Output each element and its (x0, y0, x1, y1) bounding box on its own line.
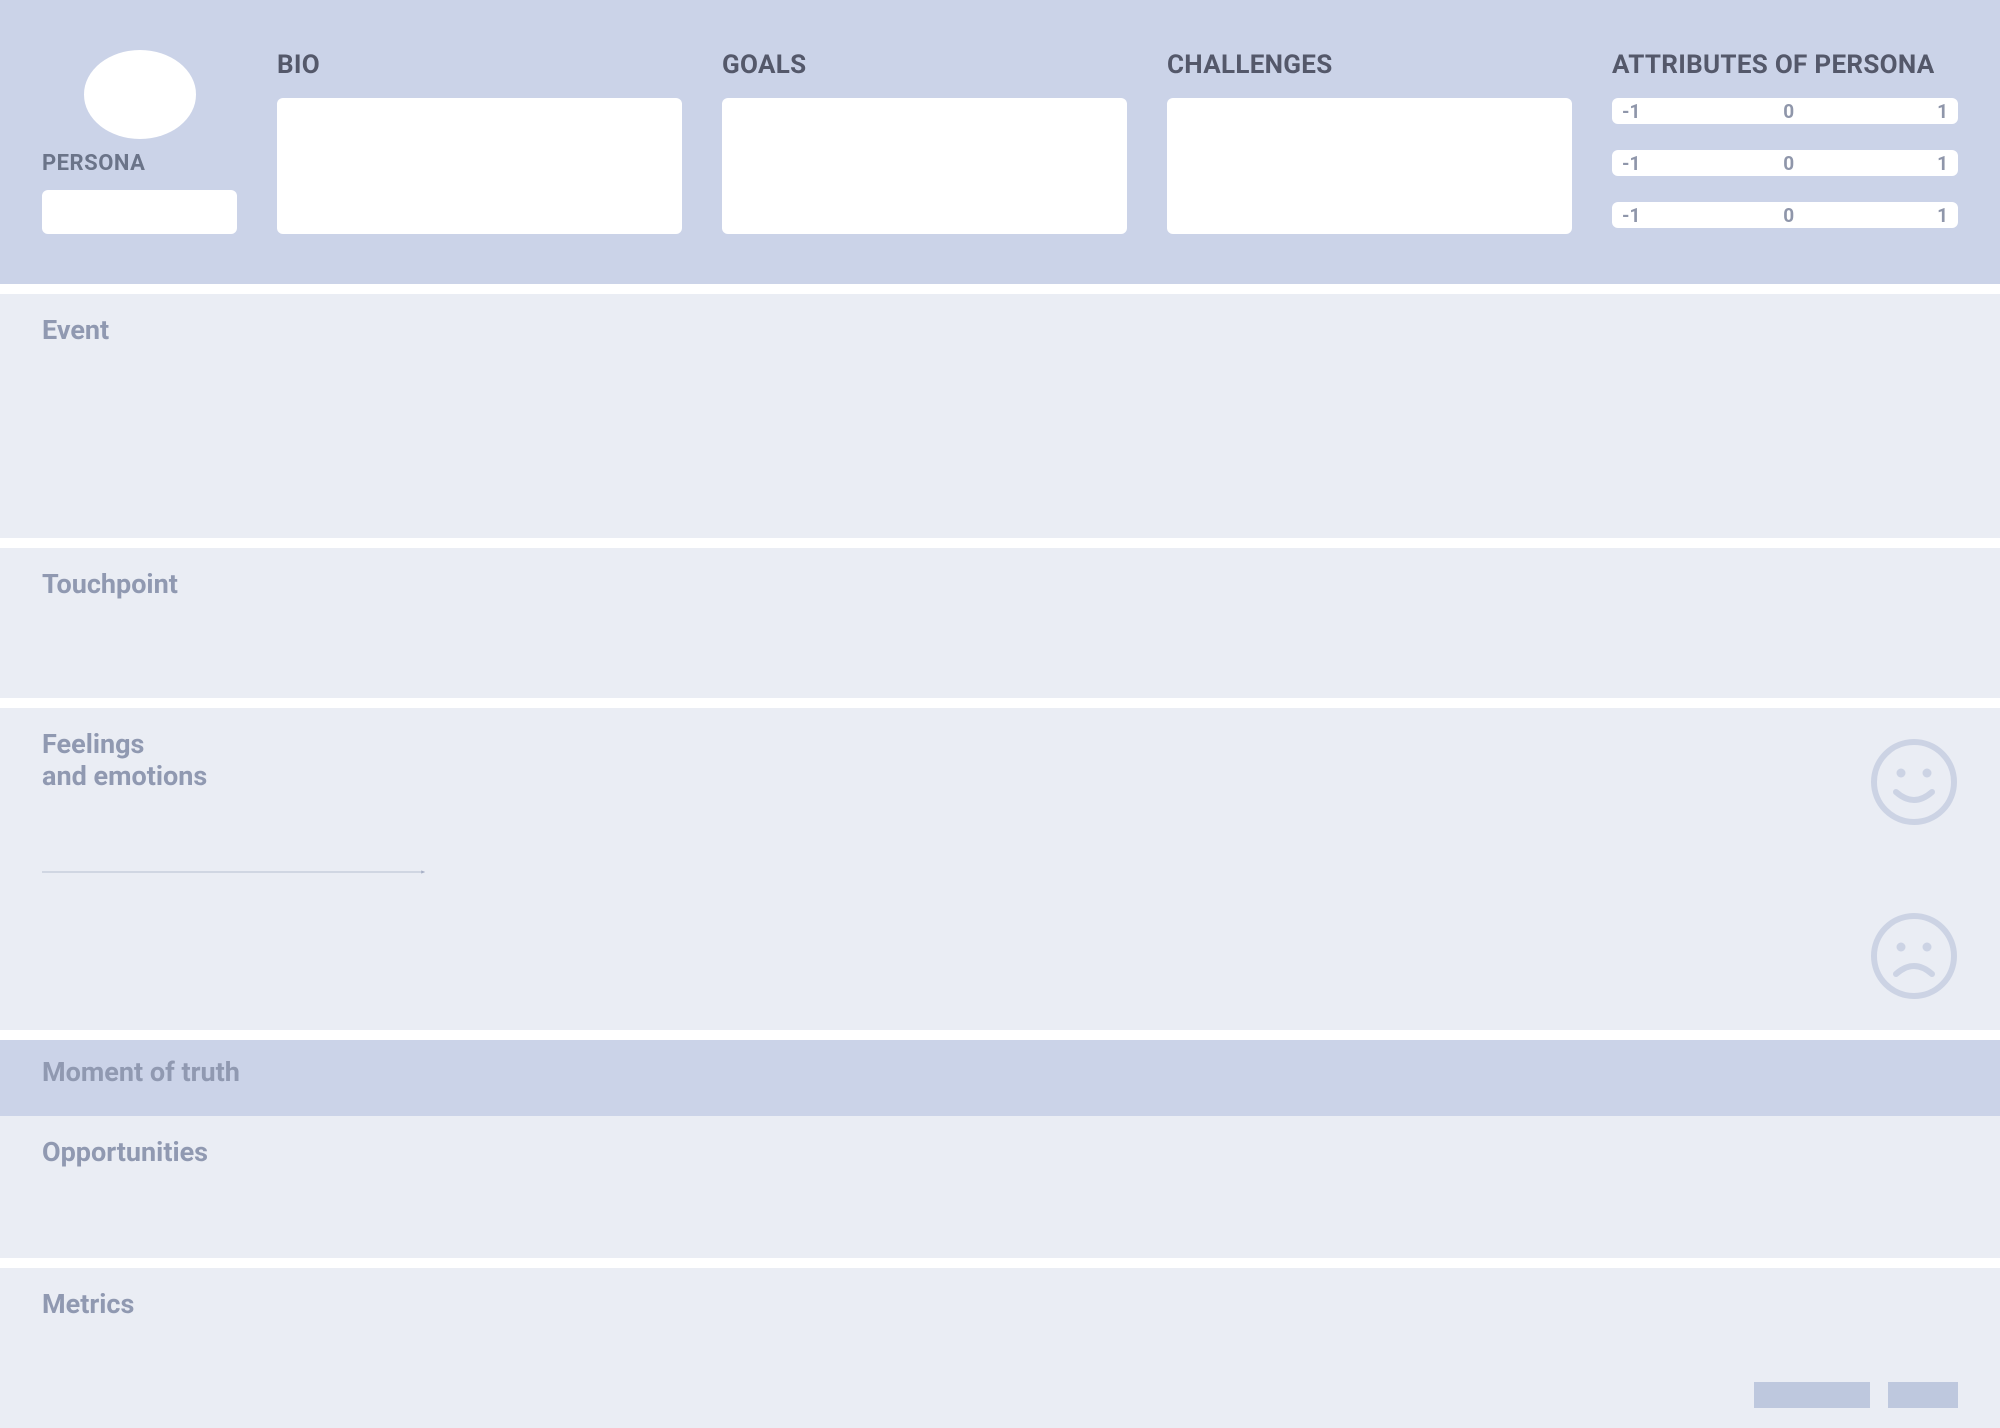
attributes-title: ATTRIBUTES OF PERSONA (1612, 50, 1958, 80)
goals-title: GOALS (722, 50, 1127, 80)
touchpoint-label: Touchpoint (42, 568, 1958, 600)
feelings-label: Feelings and emotions (42, 728, 1958, 793)
scale-low: -1 (1622, 204, 1640, 227)
attribute-scale-2[interactable]: -1 0 1 (1612, 150, 1958, 176)
persona-column: PERSONA (42, 50, 237, 234)
persona-name-input[interactable] (42, 190, 237, 234)
feelings-label-line1: Feelings (42, 728, 144, 760)
bio-input[interactable] (277, 98, 682, 234)
timeline-arrow-icon (42, 870, 425, 874)
divider (0, 1030, 2000, 1040)
scale-mid: 0 (1783, 100, 1794, 123)
scale-mid: 0 (1783, 152, 1794, 175)
challenges-column: CHALLENGES (1167, 50, 1572, 234)
opportunities-section[interactable]: Opportunities (0, 1116, 2000, 1258)
footer-bar (1754, 1382, 1870, 1408)
persona-avatar[interactable] (84, 50, 196, 139)
touchpoint-section[interactable]: Touchpoint (0, 548, 2000, 698)
persona-label: PERSONA (42, 151, 145, 176)
happy-face-icon (1870, 738, 1958, 826)
footer-bar (1888, 1382, 1958, 1408)
bio-title: BIO (277, 50, 682, 80)
moment-label: Moment of truth (42, 1056, 1958, 1088)
footer-placeholder-bars (1754, 1382, 1958, 1408)
divider (0, 1258, 2000, 1268)
scale-mid: 0 (1783, 204, 1794, 227)
divider (0, 698, 2000, 708)
attributes-column: ATTRIBUTES OF PERSONA -1 0 1 -1 0 1 -1 0… (1612, 50, 1958, 234)
metrics-label: Metrics (42, 1288, 1958, 1320)
event-label: Event (42, 314, 1958, 346)
scale-high: 1 (1937, 100, 1948, 123)
metrics-section[interactable]: Metrics (0, 1268, 2000, 1428)
goals-column: GOALS (722, 50, 1127, 234)
sad-face-icon (1870, 912, 1958, 1000)
feelings-label-line2: and emotions (42, 760, 207, 792)
challenges-title: CHALLENGES (1167, 50, 1572, 80)
scale-high: 1 (1937, 204, 1948, 227)
feelings-section[interactable]: Feelings and emotions (0, 708, 2000, 1030)
challenges-input[interactable] (1167, 98, 1572, 234)
divider (0, 284, 2000, 294)
scale-low: -1 (1622, 100, 1640, 123)
scale-high: 1 (1937, 152, 1948, 175)
event-section[interactable]: Event (0, 294, 2000, 538)
attribute-scale-3[interactable]: -1 0 1 (1612, 202, 1958, 228)
header-persona-panel: PERSONA BIO GOALS CHALLENGES ATTRIBUTES … (0, 0, 2000, 284)
goals-input[interactable] (722, 98, 1127, 234)
moment-of-truth-section[interactable]: Moment of truth (0, 1040, 2000, 1116)
scale-low: -1 (1622, 152, 1640, 175)
divider (0, 538, 2000, 548)
attribute-scale-1[interactable]: -1 0 1 (1612, 98, 1958, 124)
bio-column: BIO (277, 50, 682, 234)
attribute-scales: -1 0 1 -1 0 1 -1 0 1 (1612, 98, 1958, 228)
opportunities-label: Opportunities (42, 1136, 1958, 1168)
